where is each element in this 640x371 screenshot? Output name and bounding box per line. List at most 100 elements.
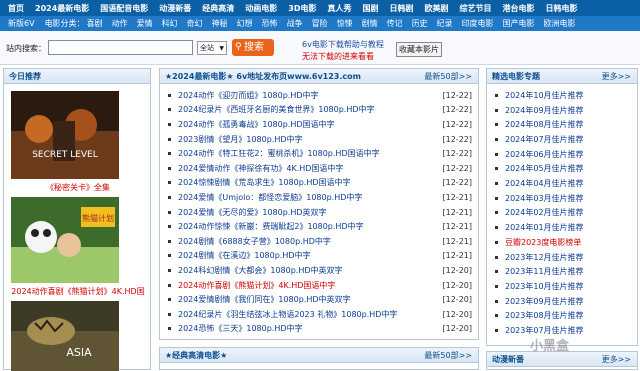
- movie-link[interactable]: 2024剧情《在溪边》1080p.HD中字: [178, 250, 311, 261]
- topic-item[interactable]: 2023年12月佳片推荐: [495, 250, 584, 265]
- topic-item[interactable]: 2024年02月佳片推荐: [495, 206, 584, 221]
- category-item[interactable]: 恐怖: [262, 18, 278, 29]
- movie-link[interactable]: 2024动作《迎刃而姐》1080p.HD中字: [178, 90, 319, 101]
- category-item[interactable]: 传记: [387, 18, 403, 29]
- poster-asia[interactable]: ASIA: [11, 301, 119, 371]
- search-input[interactable]: [48, 40, 193, 55]
- recommend-caption[interactable]: 《秘密关卡》全集: [4, 182, 152, 193]
- movie-link[interactable]: 2024动作《特工狂花2：蜜桃杀机》1080p.HD国语中字: [178, 148, 380, 159]
- download-issue-link[interactable]: 无法下载的进来看看: [302, 51, 374, 62]
- topic-link[interactable]: 2023年10月佳片推荐: [505, 281, 584, 292]
- panel-header: ★2024最新电影★ 6v地址发布页www.6v123.com 最新50部>>: [160, 69, 478, 84]
- topnav-item[interactable]: 经典高清: [202, 3, 234, 14]
- more-link[interactable]: 更多>>: [602, 69, 631, 84]
- topic-item[interactable]: 2024年09月佳片推荐: [495, 103, 584, 118]
- poster-panda-plan[interactable]: 熊猫计划: [11, 197, 119, 283]
- category-item[interactable]: 印度电影: [462, 18, 494, 29]
- topic-item[interactable]: 2023年11月佳片推荐: [495, 264, 584, 279]
- category-item[interactable]: 纪录: [437, 18, 453, 29]
- category-item[interactable]: 幻想: [237, 18, 253, 29]
- topic-item[interactable]: 2024年01月佳片推荐: [495, 220, 584, 235]
- topic-link[interactable]: 2024年09月佳片推荐: [505, 105, 584, 116]
- movie-link[interactable]: 2024纪录片《西班牙名厨的美食世界》1080p.HD中字: [178, 104, 375, 115]
- movie-link[interactable]: 2024爱情剧情《我们同在》1080p.HD中英双字: [178, 294, 351, 305]
- new-version-link[interactable]: 新版6V: [8, 18, 35, 29]
- topic-item[interactable]: 2023年10月佳片推荐: [495, 279, 584, 294]
- category-item[interactable]: 冒险: [312, 18, 328, 29]
- topic-link[interactable]: 2024年07月佳片推荐: [505, 134, 584, 145]
- category-item[interactable]: 剧情: [362, 18, 378, 29]
- movie-link[interactable]: 2023剧情《望月》1080p.HD中字: [178, 134, 303, 145]
- movie-link[interactable]: 2024剧情《6888女子营》1080p.HD中字: [178, 236, 331, 247]
- topic-link[interactable]: 2024年03月佳片推荐: [505, 193, 584, 204]
- more-link[interactable]: 最新50部>>: [424, 348, 472, 363]
- more-link[interactable]: 最新50部>>: [424, 69, 472, 84]
- topic-link[interactable]: 2024年01月佳片推荐: [505, 222, 584, 233]
- movie-link[interactable]: 2024动作《孤勇毒战》1080p.HD国语中字: [178, 119, 335, 130]
- topic-link[interactable]: 豆瓣2023度电影榜单: [505, 237, 581, 248]
- category-nav: 新版6V 电影分类： 喜剧 动作 爱情 科幻 奇幻 神秘 幻想 恐怖 战争 冒险…: [0, 16, 640, 31]
- movie-link[interactable]: 2024科幻剧情《大都会》1080p.HD中英双字: [178, 265, 343, 276]
- topic-item[interactable]: 2024年06月佳片推荐: [495, 147, 584, 162]
- movie-date: [12-22]: [442, 149, 473, 159]
- topic-item[interactable]: 2023年08月佳片推荐: [495, 309, 584, 324]
- category-item[interactable]: 奇幻: [187, 18, 203, 29]
- category-item[interactable]: 国产电影: [503, 18, 535, 29]
- category-item[interactable]: 历史: [412, 18, 428, 29]
- topic-item[interactable]: 2024年10月佳片推荐: [495, 88, 584, 103]
- topic-item[interactable]: 豆瓣2023度电影榜单: [495, 235, 581, 250]
- topnav-item[interactable]: 3D电影: [288, 3, 316, 14]
- topic-link[interactable]: 2023年12月佳片推荐: [505, 252, 584, 263]
- search-scope-select[interactable]: 全站 ▼: [197, 41, 227, 55]
- movie-date: [12-22]: [442, 90, 473, 100]
- category-item[interactable]: 动作: [112, 18, 128, 29]
- search-button[interactable]: ⚲ 搜索: [232, 39, 274, 56]
- favorite-button[interactable]: 收藏本影片: [396, 42, 442, 57]
- movie-link[interactable]: 2024惊悚剧情《荒岛求生》1080p.HD国语中字: [178, 177, 351, 188]
- topic-link[interactable]: 2024年04月佳片推荐: [505, 178, 584, 189]
- topic-item[interactable]: 2024年07月佳片推荐: [495, 132, 584, 147]
- topnav-item[interactable]: 日韩电影: [545, 3, 577, 14]
- topic-link[interactable]: 2024年08月佳片推荐: [505, 119, 584, 130]
- topnav-item[interactable]: 国剧: [362, 3, 378, 14]
- topic-item[interactable]: 2024年08月佳片推荐: [495, 117, 584, 132]
- category-item[interactable]: 爱情: [137, 18, 153, 29]
- topic-link[interactable]: 2023年11月佳片推荐: [505, 266, 584, 277]
- poster-secret-level[interactable]: SECRET LEVEL: [11, 91, 119, 179]
- category-item[interactable]: 惊悚: [337, 18, 353, 29]
- help-link[interactable]: 6v电影下载帮助与教程: [302, 39, 384, 50]
- movie-link[interactable]: 2024纪录片《羽生结弦冰上物语2023 礼物》1080p.HD中字: [178, 309, 397, 320]
- movie-link[interactable]: 2024爱情《Umjolo：都怪恋爱脑》1080p.HD中字: [178, 192, 362, 203]
- category-item[interactable]: 欧洲电影: [544, 18, 576, 29]
- topic-item[interactable]: 2023年09月佳片推荐: [495, 294, 584, 309]
- topic-item[interactable]: 2024年03月佳片推荐: [495, 191, 584, 206]
- topic-link[interactable]: 2024年05月佳片推荐: [505, 163, 584, 174]
- topic-item[interactable]: 2024年04月佳片推荐: [495, 176, 584, 191]
- topnav-item[interactable]: 港台电影: [502, 3, 534, 14]
- topnav-item[interactable]: 动画电影: [245, 3, 277, 14]
- topic-link[interactable]: 2024年06月佳片推荐: [505, 149, 584, 160]
- topnav-item[interactable]: 首页: [8, 3, 24, 14]
- topic-link[interactable]: 2023年08月佳片推荐: [505, 310, 584, 321]
- category-item[interactable]: 喜剧: [87, 18, 103, 29]
- movie-link[interactable]: 2024爱情动作《神探徐有功》4K.HD国语中字: [178, 163, 343, 174]
- topnav-item[interactable]: 欧美剧: [424, 3, 448, 14]
- movie-link[interactable]: 2024爱情《无尽的爱》1080p.HD英双字: [178, 207, 327, 218]
- topic-link[interactable]: 2024年02月佳片推荐: [505, 207, 584, 218]
- recommend-caption[interactable]: 2024动作喜剧《熊猫计划》4K.HD国: [4, 286, 152, 297]
- movie-link[interactable]: 2024恐怖《三天》1080p.HD中字: [178, 323, 303, 334]
- category-item[interactable]: 神秘: [212, 18, 228, 29]
- topic-item[interactable]: 2024年05月佳片推荐: [495, 162, 584, 177]
- topic-link[interactable]: 2024年10月佳片推荐: [505, 90, 584, 101]
- movie-link[interactable]: 2024动作惊悚《新巖：费瑞眦起2》1080p.HD中字: [178, 221, 364, 232]
- category-item[interactable]: 战争: [287, 18, 303, 29]
- topnav-item[interactable]: 日韩剧: [389, 3, 413, 14]
- topnav-item[interactable]: 综艺节目: [459, 3, 491, 14]
- topic-link[interactable]: 2023年09月佳片推荐: [505, 296, 584, 307]
- category-item[interactable]: 科幻: [162, 18, 178, 29]
- movie-link[interactable]: 2024动作喜剧《熊猫计划》4K.HD国语中字: [178, 280, 335, 291]
- topnav-item[interactable]: 真人秀: [327, 3, 351, 14]
- topnav-item[interactable]: 2024最新电影: [35, 3, 89, 14]
- topnav-item[interactable]: 动漫新番: [159, 3, 191, 14]
- topnav-item[interactable]: 国语配音电影: [100, 3, 148, 14]
